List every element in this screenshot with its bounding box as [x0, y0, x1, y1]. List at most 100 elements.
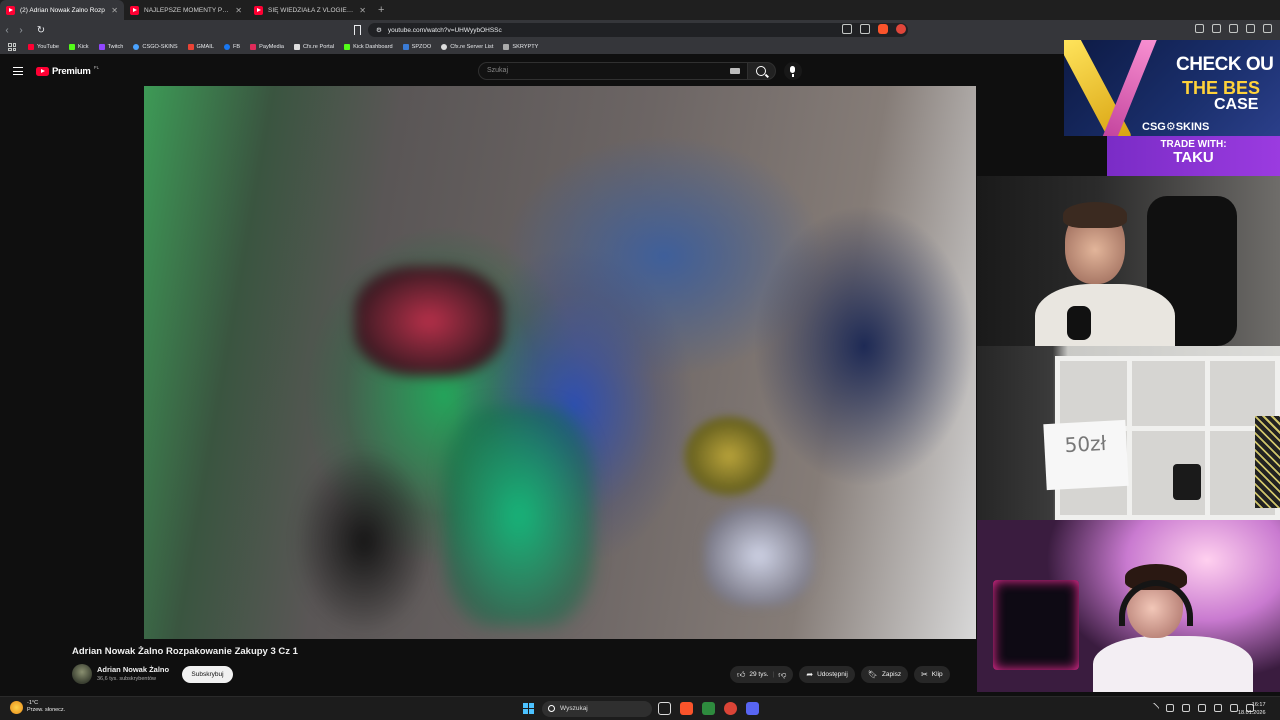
- start-windows-icon[interactable]: [523, 703, 534, 714]
- bookmark-paymedia[interactable]: PayMedia: [250, 44, 284, 50]
- bookmark-spzoo[interactable]: SPZOO: [402, 44, 431, 50]
- twitch-icon: [98, 44, 105, 50]
- video-actions: 👍︎ 29 tys. | 👎︎ ➦ Udostępnij 🔖︎ Zapisz ✂…: [730, 666, 950, 683]
- address-bar[interactable]: ⚙ youtube.com/watch?v=UHWyybOHSSc: [368, 23, 908, 37]
- subscribe-button[interactable]: Subskrybuj: [182, 666, 233, 683]
- csgo-skins-ad: CHECK OU THE BES CASE CSG⚙SKINS: [1064, 40, 1280, 136]
- paymedia-icon: [250, 44, 257, 50]
- clip-button[interactable]: ✂ Klip: [914, 666, 950, 683]
- close-tab-icon[interactable]: ✕: [235, 6, 242, 15]
- youtube-logo[interactable]: Premium PL: [36, 65, 99, 77]
- csgo-skins-icon: [133, 44, 140, 50]
- taskbar-search[interactable]: Wyszukaj: [542, 701, 652, 717]
- reload-icon[interactable]: ↻: [34, 25, 48, 36]
- thumbs-up-icon: 👍︎: [737, 669, 746, 679]
- like-button[interactable]: 👍︎ 29 tys. | 👎︎: [730, 666, 794, 683]
- video-title: Adrian Nowak Żalno Rozpakowanie Zakupy 3…: [72, 646, 298, 657]
- forward-icon[interactable]: ›: [14, 25, 28, 36]
- brave-shields-icon[interactable]: [878, 24, 888, 34]
- close-tab-icon[interactable]: ✕: [359, 6, 366, 15]
- share-arrow-icon: ➦: [806, 670, 814, 679]
- taskbar-apps: [658, 702, 759, 715]
- bookmark-icon[interactable]: [354, 25, 361, 35]
- csgo-skins-logo: CSG⚙SKINS: [1142, 121, 1210, 133]
- url-text: youtube.com/watch?v=UHWyybOHSSc: [387, 26, 502, 34]
- youtube-favicon-icon: [6, 5, 15, 15]
- chrome-icon[interactable]: [724, 702, 737, 715]
- scissors-icon: ✂: [921, 670, 928, 679]
- tab-title: NAJLEPSZE MOMENTY POLSKIEGO: [144, 6, 230, 14]
- bookmark-skrypty[interactable]: SKRYPTY: [503, 44, 538, 50]
- browser-tab-strip: (2) Adrian Nowak Żalno Rozp ✕ NAJLEPSZE …: [0, 0, 1280, 20]
- youtube-play-icon: [36, 67, 49, 76]
- tab-3[interactable]: SIĘ WIEDZIAŁA Z VLOGIEM - YouTube ✕: [248, 0, 372, 20]
- kick-icon: [344, 44, 351, 50]
- pc-case: [993, 580, 1079, 670]
- price-sign: 50zł: [1043, 419, 1129, 491]
- gmail-icon: [187, 44, 194, 50]
- tab-title: (2) Adrian Nowak Żalno Rozp: [20, 6, 105, 14]
- tab-active[interactable]: (2) Adrian Nowak Żalno Rozp ✕: [0, 0, 124, 20]
- bookmark-twitch[interactable]: Twitch: [98, 44, 123, 50]
- bookmark-cfx-server-list[interactable]: Cfx.re Server List: [441, 44, 493, 50]
- thumbs-down-icon[interactable]: 👎︎: [778, 670, 786, 680]
- channel-name[interactable]: Adrian Nowak Żalno: [97, 665, 169, 674]
- video-player[interactable]: [144, 86, 976, 639]
- hamburger-menu-icon[interactable]: [13, 67, 23, 75]
- weather-sun-icon: [10, 700, 23, 714]
- tab-title: SIĘ WIEDZIAŁA Z VLOGIEM - YouTube: [268, 6, 354, 14]
- taskbar-clock[interactable]: 16:17 18.01.2026: [1238, 701, 1266, 717]
- windows-taskbar: -1°C Przew. słonecz. Wyszukaj 16:17 18.0…: [0, 696, 1280, 720]
- menu-icon[interactable]: [1263, 24, 1272, 33]
- brave-browser-icon[interactable]: [680, 702, 693, 715]
- xbox-icon[interactable]: [702, 702, 715, 715]
- site-info-icon[interactable]: ⚙: [376, 26, 382, 34]
- bookmark-kick[interactable]: Kick: [68, 44, 89, 50]
- search-button[interactable]: [748, 62, 776, 80]
- trade-banner: TRADE WITH: TAKU: [1107, 136, 1280, 176]
- extension-icon[interactable]: [1195, 24, 1204, 33]
- discord-icon[interactable]: [746, 702, 759, 715]
- tray-chevron-icon[interactable]: [1148, 702, 1160, 714]
- bookmark-fb[interactable]: FB: [223, 44, 240, 50]
- bookmark-youtube[interactable]: YouTube: [28, 44, 59, 50]
- tab-2[interactable]: NAJLEPSZE MOMENTY POLSKIEGO ✕: [124, 0, 248, 20]
- save-button[interactable]: 🔖︎ Zapisz: [860, 666, 909, 683]
- folder-icon: [503, 44, 510, 50]
- webcam-streamer: [977, 176, 1280, 346]
- voice-search-icon[interactable]: [784, 62, 802, 80]
- facebook-icon: [223, 44, 230, 50]
- camera-icon: [1173, 464, 1201, 500]
- kick-icon: [68, 44, 75, 50]
- webcam-shelf: 50zł: [977, 346, 1280, 520]
- back-icon[interactable]: ‹: [0, 25, 14, 36]
- close-tab-icon[interactable]: ✕: [111, 6, 118, 15]
- apps-grid-icon[interactable]: [8, 43, 16, 51]
- share-button[interactable]: ➦ Udostępnij: [799, 666, 855, 683]
- channel-avatar[interactable]: [72, 664, 92, 684]
- rewards-icon[interactable]: [896, 24, 906, 34]
- youtube-favicon-icon: [254, 5, 263, 15]
- wallet-icon[interactable]: [1229, 24, 1238, 33]
- bookmark-cfx-portal[interactable]: Cfx.re Portal: [294, 44, 334, 50]
- tray-app-icon[interactable]: [1182, 704, 1190, 712]
- microphone-tray-icon[interactable]: [1214, 704, 1222, 712]
- webcam-second-streamer: [977, 520, 1280, 692]
- tray-app-icon[interactable]: [1198, 704, 1206, 712]
- install-icon[interactable]: [842, 24, 852, 34]
- vpn-icon[interactable]: [1246, 24, 1255, 33]
- weather-widget[interactable]: -1°C Przew. słonecz.: [10, 700, 65, 714]
- bookmark-kick-dashboard[interactable]: Kick Dashboard: [344, 44, 393, 50]
- bookmark-gmail[interactable]: GMAIL: [187, 44, 214, 50]
- task-view-icon[interactable]: [658, 702, 671, 715]
- sidebar-icon[interactable]: [1212, 24, 1221, 33]
- cfx-icon: [441, 44, 448, 50]
- tray-app-icon[interactable]: [1166, 704, 1174, 712]
- screen: (2) Adrian Nowak Żalno Rozp ✕ NAJLEPSZE …: [0, 0, 1280, 720]
- bookmark-csgo-skins[interactable]: CSGO-SKINS: [133, 44, 178, 50]
- search-input[interactable]: Szukaj: [478, 62, 748, 80]
- keyboard-icon[interactable]: [730, 68, 740, 74]
- share-icon[interactable]: [860, 24, 870, 34]
- new-tab-icon[interactable]: +: [372, 4, 390, 16]
- network-icon[interactable]: [1230, 704, 1238, 712]
